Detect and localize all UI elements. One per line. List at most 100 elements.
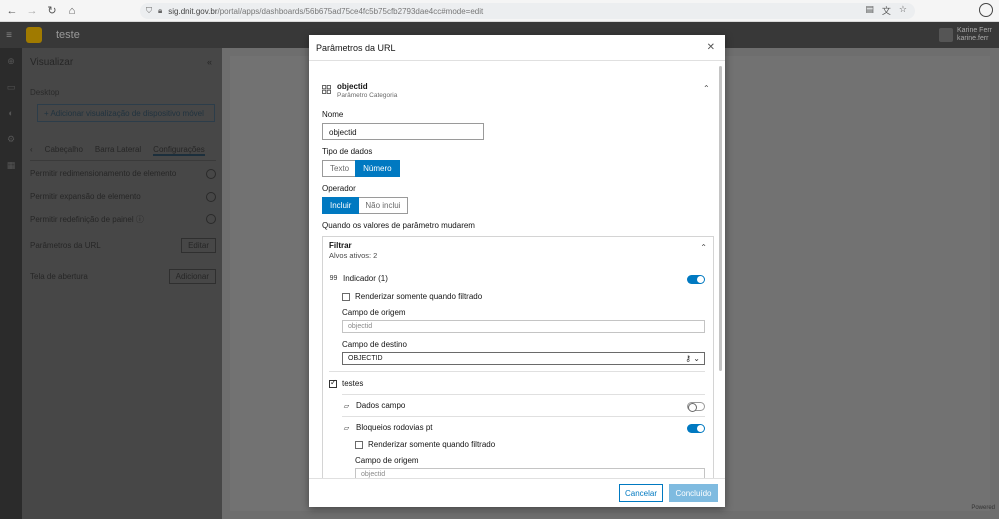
panel-title: Visualizar <box>30 57 74 68</box>
data-type-label: Tipo de dados <box>322 147 373 156</box>
indicator-toggle[interactable] <box>687 275 705 284</box>
divider <box>342 416 705 417</box>
tab-settings[interactable]: Configurações <box>153 145 205 156</box>
chevron-up-icon[interactable]: ⌃ <box>703 84 710 93</box>
add-button[interactable]: Adicionar <box>168 269 216 284</box>
dest-field-value: OBJECTID <box>348 355 383 362</box>
render-filtered-label: Renderizar somente quando filtrado <box>368 440 496 449</box>
dest-field-select[interactable]: OBJECTID ⚷ ⌄ <box>342 352 705 365</box>
url-text: sig.dnit.gov.br/portal/apps/dashboards/5… <box>168 6 484 16</box>
setting-label: Permitir redimensionamento de elemento <box>30 169 177 178</box>
avatar <box>939 28 953 42</box>
layer-label: Dados campo <box>356 401 406 410</box>
add-element-icon[interactable]: ⊕ <box>0 48 22 74</box>
layer-label: Bloqueios rodovias pt <box>356 423 433 432</box>
cancel-button[interactable]: Cancelar <box>619 484 663 502</box>
menu-icon[interactable]: ≡ <box>0 30 18 41</box>
setting-toggle[interactable] <box>206 192 216 202</box>
setting-row: Permitir expansão de elemento <box>30 192 216 202</box>
setting-label: Permitir redefinição de painel ⓘ <box>30 215 144 224</box>
data-type-number-option[interactable]: Número <box>355 160 400 177</box>
modal-footer: Cancelar Concluído <box>309 478 725 507</box>
operator-exclude-option[interactable]: Não inclui <box>358 198 407 213</box>
render-filtered-row: Renderizar somente quando filtrado <box>342 292 482 301</box>
name-input[interactable]: objectid <box>322 123 484 140</box>
data-type-text-option[interactable]: Texto <box>323 161 356 176</box>
setting-toggle[interactable] <box>206 169 216 179</box>
translate-icon[interactable]: 文 <box>882 4 891 17</box>
setting-toggle[interactable] <box>206 214 216 224</box>
operator-include-option[interactable]: Incluir <box>321 197 360 214</box>
settings-icon[interactable]: ⚙ <box>0 126 22 152</box>
render-filtered-label: Renderizar somente quando filtrado <box>355 292 483 301</box>
modal-title: Parâmetros da URL <box>316 43 396 53</box>
app-logo <box>26 27 42 43</box>
data-icon[interactable]: ▦ <box>0 152 22 178</box>
active-targets: Alvos ativos: 2 <box>329 251 378 260</box>
browser-toolbar: ← → ↻ ⌂ ⛉ 🔒︎ sig.dnit.gov.br/portal/apps… <box>0 0 999 22</box>
chevron-left-icon[interactable]: « <box>207 57 212 67</box>
divider <box>329 371 705 372</box>
map-layer-icon: ▱ <box>343 402 350 410</box>
source-field-input[interactable]: objectid <box>342 320 705 333</box>
add-mobile-view-button[interactable]: + Adicionar visualização de dispositivo … <box>37 104 215 122</box>
close-icon[interactable]: ✕ <box>707 42 715 53</box>
done-button[interactable]: Concluído <box>669 484 718 502</box>
address-bar[interactable]: ⛉ 🔒︎ sig.dnit.gov.br/portal/apps/dashboa… <box>140 3 915 19</box>
tabs-prev-icon[interactable]: ‹ <box>30 145 33 156</box>
group-label: testes <box>342 379 364 388</box>
scrollbar[interactable] <box>719 66 722 371</box>
url-params-label: Parâmetros da URL <box>30 241 101 250</box>
indicator-label: Indicador (1) <box>343 274 388 283</box>
operator-segmented-control: Incluir Não inclui <box>321 197 409 214</box>
profile-icon[interactable] <box>979 3 993 17</box>
setting-row: Permitir redefinição de painel ⓘ <box>30 214 216 225</box>
powered-by-text: Powered <box>971 505 995 511</box>
user-name: Karine Ferr <box>957 27 993 34</box>
render-filtered-checkbox[interactable] <box>342 292 350 301</box>
dest-field-label: Campo de destino <box>342 340 407 349</box>
render-filtered-checkbox[interactable] <box>355 440 363 449</box>
side-panel: Visualizar « Desktop + Adicionar visuali… <box>22 48 222 519</box>
layer-row: ▱ Bloqueios rodovias pt <box>342 423 433 432</box>
map-layer-icon: ▱ <box>343 424 350 432</box>
tab-sidebar[interactable]: Barra Lateral <box>95 145 141 156</box>
chevron-down-icon: ⌄ <box>693 354 700 363</box>
left-rail: ⊕ ▭ ◐ ⚙ ▦ <box>0 48 22 519</box>
name-label: Nome <box>322 110 344 119</box>
url-params-row: Parâmetros da URL Editar <box>30 238 216 253</box>
layout-icon[interactable]: ▭ <box>0 74 22 100</box>
layer-toggle[interactable] <box>687 402 705 412</box>
reader-mode-icon[interactable]: ▤ <box>865 4 874 17</box>
bookmark-star-icon[interactable]: ☆ <box>899 4 907 17</box>
chevron-up-icon[interactable]: ⌃ <box>700 243 707 252</box>
section-label: Desktop <box>30 88 60 97</box>
shield-icon: ⛉ <box>146 6 152 15</box>
indicator-row: 99 Indicador (1) <box>329 274 388 283</box>
info-icon: ⓘ <box>135 215 144 224</box>
data-type-segmented-control: Texto Número <box>322 160 400 177</box>
source-field-input[interactable]: objectid <box>355 468 705 478</box>
setting-row: Permitir redimensionamento de elemento <box>30 169 216 179</box>
forward-icon[interactable]: → <box>22 1 42 21</box>
lock-icon: 🔒︎ <box>158 6 163 15</box>
source-field-label: Campo de origem <box>355 456 419 465</box>
indicator-icon: 99 <box>329 275 338 282</box>
home-icon[interactable]: ⌂ <box>62 1 82 21</box>
operator-label: Operador <box>322 184 356 193</box>
panel-tabs: ‹ Cabeçalho Barra Lateral Configurações <box>30 145 216 161</box>
theme-icon[interactable]: ◐ <box>0 100 22 126</box>
edit-button[interactable]: Editar <box>181 238 216 253</box>
tab-header[interactable]: Cabeçalho <box>45 145 83 156</box>
opening-screen-label: Tela de abertura <box>30 272 88 281</box>
reload-icon[interactable]: ↻ <box>42 1 62 21</box>
source-field-label: Campo de origem <box>342 308 406 317</box>
parameter-type: Parâmetro Categoria <box>337 92 398 99</box>
back-icon[interactable]: ← <box>2 1 22 21</box>
user-menu[interactable]: Karine Ferr karine.ferr <box>939 24 999 46</box>
group-checkbox[interactable] <box>329 378 337 388</box>
modal-body: objectid Parâmetro Categoria ⌃ Nome obje… <box>309 62 725 478</box>
url-parameters-dialog: Parâmetros da URL ✕ objectid Parâmetro C… <box>309 35 725 507</box>
parameter-name: objectid <box>337 82 368 91</box>
layer-toggle[interactable] <box>687 424 705 433</box>
